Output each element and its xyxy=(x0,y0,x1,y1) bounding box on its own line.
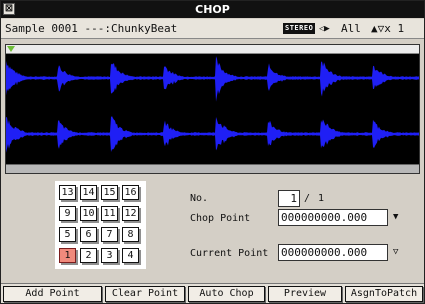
no-label: No. xyxy=(190,193,209,204)
window-title: CHOP xyxy=(195,3,230,16)
view-all-label[interactable]: All xyxy=(341,19,361,39)
pad-13[interactable]: 13 xyxy=(59,185,76,200)
close-icon[interactable]: ⊠ xyxy=(3,3,15,15)
pad-4[interactable]: 4 xyxy=(122,248,139,263)
marker-ruler xyxy=(6,45,419,54)
current-point-field[interactable]: 000000000.000 xyxy=(278,244,388,261)
current-point-label: Current Point xyxy=(190,248,269,259)
pad-11[interactable]: 11 xyxy=(101,206,118,221)
add-point-button[interactable]: Add Point xyxy=(3,286,102,302)
clear-point-button[interactable]: Clear Point xyxy=(105,286,185,302)
auto-chop-button[interactable]: Auto Chop xyxy=(188,286,265,302)
waveform-graphic xyxy=(6,56,419,153)
sample-name[interactable]: Sample 0001 ---:ChunkyBeat xyxy=(5,19,177,39)
pad-6[interactable]: 6 xyxy=(80,227,97,242)
pad-1[interactable]: 1 xyxy=(59,248,76,263)
pad-3[interactable]: 3 xyxy=(101,248,118,263)
pad-grid: 13 14 15 16 9 10 11 12 5 6 7 8 1 2 3 4 xyxy=(55,181,146,269)
button-bar: Add Point Clear Point Auto Chop Preview … xyxy=(1,283,424,303)
waveform-display[interactable] xyxy=(5,44,420,174)
pad-16[interactable]: 16 xyxy=(122,185,139,200)
pad-15[interactable]: 15 xyxy=(101,185,118,200)
pad-8[interactable]: 8 xyxy=(122,227,139,242)
pad-5[interactable]: 5 xyxy=(59,227,76,242)
chop-total: 1 xyxy=(318,193,325,204)
pad-12[interactable]: 12 xyxy=(122,206,139,221)
current-point-marker-icon: ▽ xyxy=(393,247,399,257)
chop-point-marker-icon: ▼ xyxy=(393,212,399,222)
stereo-badge: STEREO xyxy=(283,23,316,34)
waveform-channel xyxy=(6,56,419,102)
chop-window: ⊠ CHOP Sample 0001 ---:ChunkyBeat STEREO… xyxy=(0,0,425,304)
waveform-channel xyxy=(6,116,419,153)
chop-number-field[interactable]: 1 xyxy=(278,190,300,207)
chop-point-label: Chop Point xyxy=(190,213,251,224)
chop-marker-icon[interactable] xyxy=(7,46,15,52)
preview-button[interactable]: Preview xyxy=(268,286,342,302)
waveform-scrollbar[interactable] xyxy=(6,164,419,173)
sample-info-bar: Sample 0001 ---:ChunkyBeat STEREO ◁▶ All… xyxy=(1,19,424,39)
pad-7[interactable]: 7 xyxy=(101,227,118,242)
waveform-area[interactable] xyxy=(6,54,419,164)
title-bar: ⊠ CHOP xyxy=(1,1,424,18)
zoom-control[interactable]: ▲▽x 1 xyxy=(371,19,404,39)
pad-2[interactable]: 2 xyxy=(80,248,97,263)
pad-10[interactable]: 10 xyxy=(80,206,97,221)
chop-number-separator: / xyxy=(304,193,311,204)
nav-arrows-icon[interactable]: ◁▶ xyxy=(319,19,330,39)
pad-9[interactable]: 9 xyxy=(59,206,76,221)
pad-14[interactable]: 14 xyxy=(80,185,97,200)
chop-point-field[interactable]: 000000000.000 xyxy=(278,209,388,226)
assign-to-patch-button[interactable]: AsgnToPatch xyxy=(345,286,423,302)
